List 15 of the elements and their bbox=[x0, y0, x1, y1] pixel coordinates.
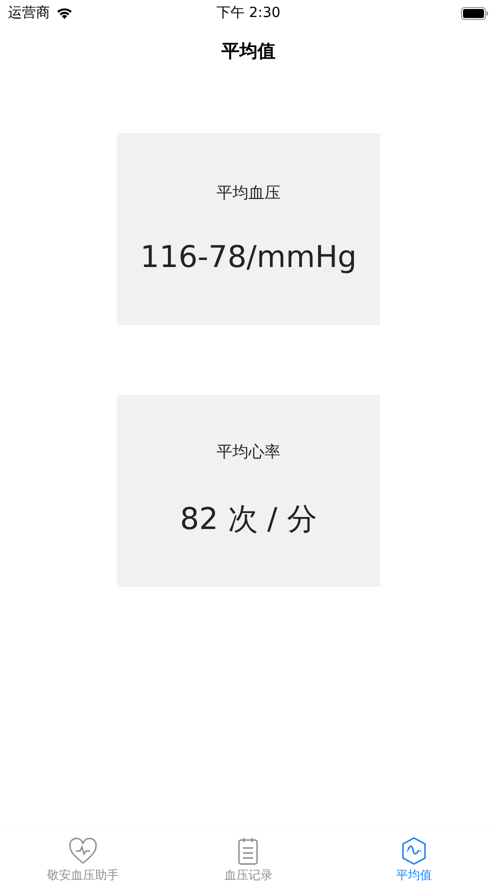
stat-label: 平均心率 bbox=[216, 442, 280, 463]
stat-value: 116-78/mmHg bbox=[140, 240, 357, 275]
hexagon-wave-icon bbox=[401, 837, 428, 865]
stat-value: 82 次 / 分 bbox=[180, 501, 317, 539]
stat-label: 平均血压 bbox=[216, 183, 280, 204]
clipboard-icon bbox=[237, 837, 260, 865]
page-title: 平均值 bbox=[222, 40, 276, 63]
carrier-name: 运营商 bbox=[8, 4, 50, 22]
tab-item[interactable]: 血压记录 bbox=[166, 827, 332, 883]
status-time: 下午 2:30 bbox=[216, 4, 280, 22]
heart-monitor-icon bbox=[68, 837, 98, 865]
tab-item[interactable]: 平均值 bbox=[331, 827, 497, 883]
wifi-icon bbox=[56, 7, 73, 19]
tab-item[interactable]: 敬安血压助手 bbox=[0, 827, 166, 883]
battery-icon bbox=[461, 6, 489, 20]
